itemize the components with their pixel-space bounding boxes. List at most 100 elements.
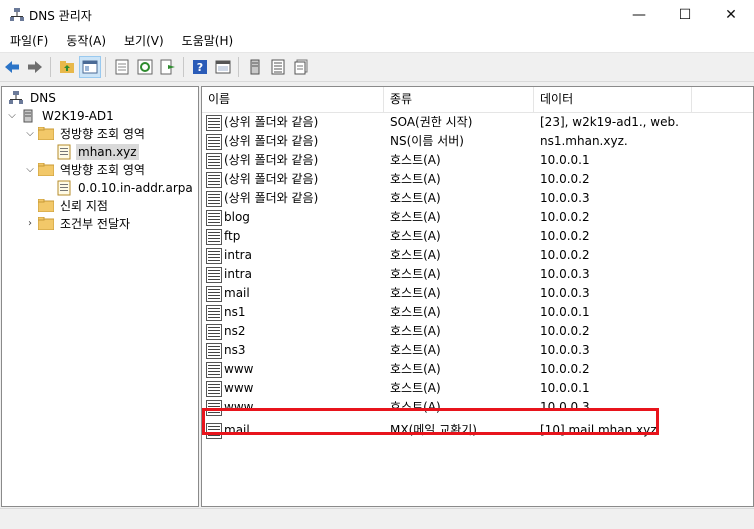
console-tree-icon[interactable] <box>79 56 101 78</box>
record-icon <box>206 380 222 397</box>
close-button[interactable]: ✕ <box>708 0 754 30</box>
record-icon <box>206 209 222 226</box>
table-row[interactable]: www 호스트(A) 10.0.0.1 <box>202 379 753 398</box>
record-name-cell: www <box>206 379 253 398</box>
record-name-cell: ns2 <box>206 322 246 341</box>
tree-item-label: DNS <box>30 90 56 105</box>
record-name-cell: www <box>206 360 253 379</box>
record-type: 호스트(A) <box>390 210 441 224</box>
folder-icon <box>38 126 54 142</box>
tree-item-trust-points[interactable]: 신뢰 지점 <box>36 196 110 215</box>
tree-item-reverse-zone[interactable]: 0.0.10.in-addr.arpa <box>54 178 195 197</box>
chevron-down-icon[interactable]: ⌵ <box>24 128 36 139</box>
record-data: 10.0.0.2 <box>540 324 590 338</box>
chevron-down-icon[interactable]: ⌵ <box>24 164 36 175</box>
menu-file[interactable]: 파일(F) <box>0 30 56 52</box>
zone-list-icon[interactable] <box>267 56 289 78</box>
record-type: SOA(권한 시작) <box>390 115 473 129</box>
back-icon[interactable] <box>1 56 23 78</box>
tree-item-dns[interactable]: DNS <box>6 88 58 107</box>
record-type: 호스트(A) <box>390 362 441 376</box>
zone-file-icon <box>56 144 72 160</box>
table-row[interactable]: www 호스트(A) 10.0.0.2 <box>202 360 753 379</box>
record-name: mail <box>224 286 250 300</box>
tree-item-forward-zones[interactable]: ⌵ 정방향 조회 영역 <box>24 124 147 143</box>
server-icon <box>20 108 36 124</box>
table-row[interactable]: (상위 폴더와 같음) 호스트(A) 10.0.0.1 <box>202 151 753 170</box>
help-icon[interactable]: ? <box>189 56 211 78</box>
table-row[interactable]: (상위 폴더와 같음) 호스트(A) 10.0.0.3 <box>202 189 753 208</box>
table-row[interactable]: ftp 호스트(A) 10.0.0.2 <box>202 227 753 246</box>
column-header-data[interactable]: 데이터 <box>534 87 692 112</box>
zone-file-icon <box>56 180 72 196</box>
table-row[interactable]: mail 호스트(A) 10.0.0.3 <box>202 284 753 303</box>
menu-action[interactable]: 동작(A) <box>56 30 114 52</box>
export-list-icon[interactable] <box>157 56 179 78</box>
tree-item-server[interactable]: ⌵ W2K19-AD1 <box>6 106 116 125</box>
record-name: (상위 폴더와 같음) <box>224 191 319 205</box>
toolbar: ? <box>0 53 754 82</box>
up-folder-icon[interactable] <box>56 56 78 78</box>
record-data: 10.0.0.1 <box>540 153 590 167</box>
table-row[interactable]: blog 호스트(A) 10.0.0.2 <box>202 208 753 227</box>
refresh-icon[interactable] <box>134 56 156 78</box>
title-bar: DNS 관리자 — ☐ ✕ <box>0 0 754 30</box>
record-icon <box>206 247 222 264</box>
table-row[interactable]: intra 호스트(A) 10.0.0.2 <box>202 246 753 265</box>
menu-help[interactable]: 도움말(H) <box>172 30 242 52</box>
tree-item-zone-mhan[interactable]: mhan.xyz <box>54 142 139 161</box>
folder-icon <box>38 162 54 178</box>
record-type: 호스트(A) <box>390 286 441 300</box>
record-icon <box>206 304 222 321</box>
record-type: 호스트(A) <box>390 172 441 186</box>
record-name-cell: intra <box>206 246 252 265</box>
menu-bar: 파일(F) 동작(A) 보기(V) 도움말(H) <box>0 30 754 53</box>
table-row[interactable]: ns1 호스트(A) 10.0.0.1 <box>202 303 753 322</box>
column-header-type[interactable]: 종류 <box>384 87 534 112</box>
properties-icon[interactable] <box>212 56 234 78</box>
record-name: intra <box>224 248 252 262</box>
record-data: 10.0.0.3 <box>540 267 590 281</box>
record-data: 10.0.0.3 <box>540 286 590 300</box>
record-data: 10.0.0.2 <box>540 172 590 186</box>
tree-item-reverse-zones[interactable]: ⌵ 역방향 조회 영역 <box>24 160 147 179</box>
tree-item-label: 조건부 전달자 <box>60 217 131 231</box>
record-icon <box>206 266 222 283</box>
record-data: 10.0.0.2 <box>540 248 590 262</box>
forward-icon[interactable] <box>24 56 46 78</box>
table-row[interactable]: (상위 폴더와 같음) 호스트(A) 10.0.0.2 <box>202 170 753 189</box>
tree-item-label: 역방향 조회 영역 <box>60 163 145 177</box>
record-icon <box>206 342 222 359</box>
table-row[interactable]: ns3 호스트(A) 10.0.0.3 <box>202 341 753 360</box>
record-name-cell: (상위 폴더와 같음) <box>206 151 318 170</box>
record-name-cell: (상위 폴더와 같음) <box>206 132 318 151</box>
record-icon <box>206 114 222 131</box>
table-row[interactable]: (상위 폴더와 같음) NS(이름 서버) ns1.mhan.xyz. <box>202 132 753 151</box>
records-list: 이름 종류 데이터 (상위 폴더와 같음) SOA(권한 시작) [23], w2k… <box>201 86 754 507</box>
server-icon[interactable] <box>244 56 266 78</box>
minimize-button[interactable]: — <box>616 0 662 30</box>
maximize-button[interactable]: ☐ <box>662 0 708 30</box>
record-name-cell: (상위 폴더와 같음) <box>206 170 318 189</box>
menu-view[interactable]: 보기(V) <box>114 30 172 52</box>
table-row[interactable]: (상위 폴더와 같음) SOA(권한 시작) [23], w2k19-ad1., w… <box>202 113 753 132</box>
record-icon <box>206 323 222 340</box>
record-data: 10.0.0.3 <box>540 343 590 357</box>
tree-item-label: mhan.xyz <box>76 143 139 160</box>
tree-item-conditional-forwarders[interactable]: › 조건부 전달자 <box>24 214 132 233</box>
record-data: [23], w2k19-ad1., web. <box>540 115 679 129</box>
dns-app-icon <box>9 7 25 23</box>
record-icon <box>206 361 222 378</box>
record-type: 호스트(A) <box>390 248 441 262</box>
table-row[interactable]: intra 호스트(A) 10.0.0.3 <box>202 265 753 284</box>
record-name: ns2 <box>224 324 246 338</box>
export-icon[interactable] <box>111 56 133 78</box>
table-row[interactable]: ns2 호스트(A) 10.0.0.2 <box>202 322 753 341</box>
record-name-cell: (상위 폴더와 같음) <box>206 113 318 132</box>
record-icon <box>206 190 222 207</box>
column-header-name[interactable]: 이름 <box>202 87 384 112</box>
chevron-right-icon[interactable]: › <box>24 218 36 229</box>
chevron-down-icon[interactable]: ⌵ <box>6 110 18 121</box>
status-bar <box>0 508 754 529</box>
records-icon[interactable] <box>290 56 312 78</box>
